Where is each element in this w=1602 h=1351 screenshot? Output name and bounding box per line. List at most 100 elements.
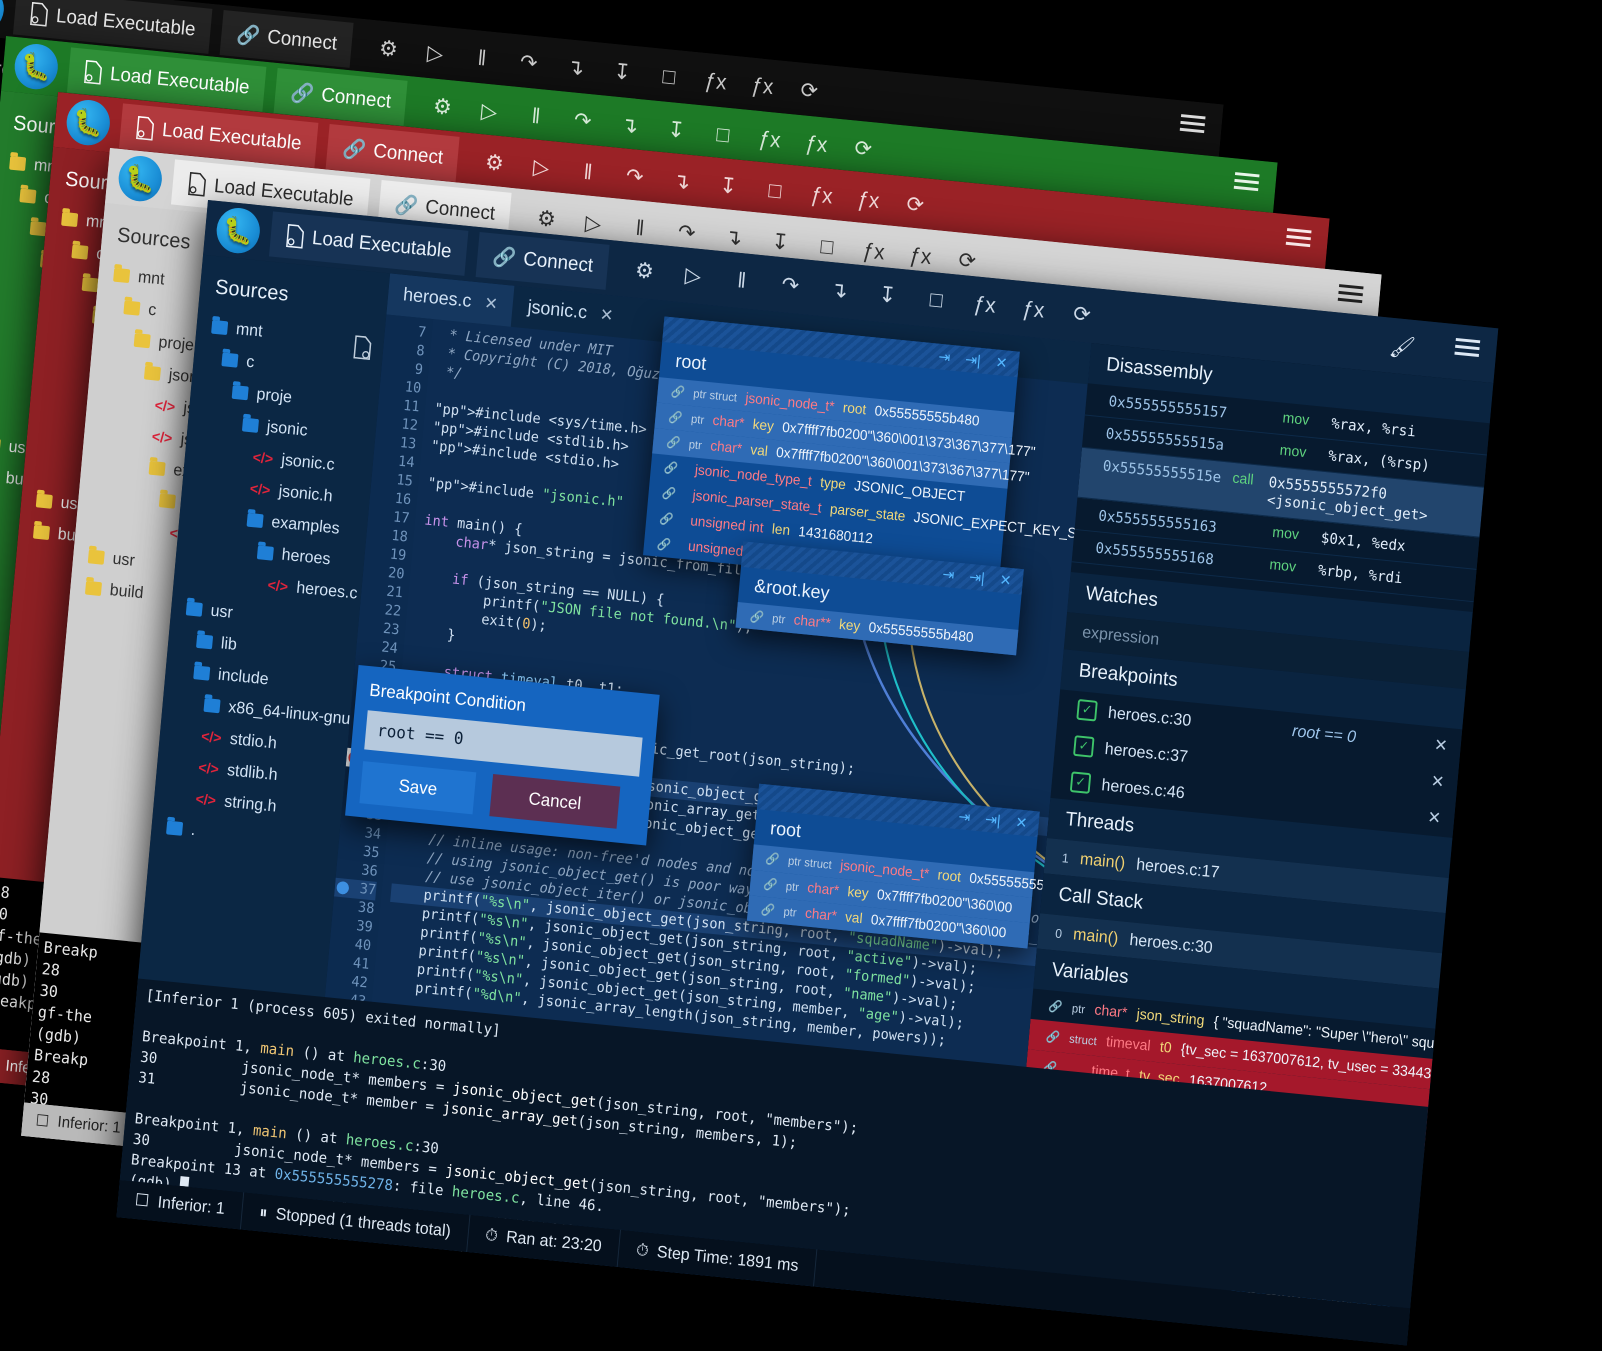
disassembly-rows[interactable]: 0x555555555157 mov %rax, %rsi 0x55555555515…: [1071, 383, 1490, 603]
stop-square-icon[interactable]: □: [710, 121, 737, 149]
fx-alt-icon[interactable]: ƒx: [907, 242, 934, 270]
line-number[interactable]: 58: [303, 1268, 342, 1291]
expand-link-icon[interactable]: 🔗: [765, 852, 780, 867]
restart-icon[interactable]: ⟳: [1069, 301, 1096, 329]
hamburger-menu-icon[interactable]: [1337, 284, 1364, 306]
selected-line-marker[interactable]: [336, 880, 350, 895]
pause-icon[interactable]: ‖: [728, 267, 755, 295]
dock-icon[interactable]: ⇥|: [965, 350, 982, 369]
fx-alt-icon[interactable]: ƒx: [1020, 296, 1047, 324]
close-icon[interactable]: ✕: [1427, 807, 1442, 828]
checkbox-checked-icon[interactable]: ✓: [1069, 771, 1092, 794]
run-continue-icon[interactable]: ▷: [580, 210, 607, 238]
pause-icon[interactable]: ‖: [627, 214, 654, 242]
hamburger-menu-icon[interactable]: [1285, 228, 1312, 250]
run-continue-icon[interactable]: ▷: [422, 40, 449, 68]
hamburger-menu-icon[interactable]: [1454, 337, 1481, 360]
run-continue-icon[interactable]: ▷: [680, 262, 707, 290]
expand-link-icon[interactable]: 🔗: [661, 486, 676, 501]
stop-square-icon[interactable]: □: [656, 63, 683, 91]
step-into-icon[interactable]: ↴: [668, 168, 695, 196]
fx-alt-icon[interactable]: ƒx: [803, 130, 830, 158]
step-over-icon[interactable]: ↷: [673, 219, 700, 247]
variable-kind: ptr struct: [787, 853, 833, 872]
fx-icon[interactable]: ƒx: [860, 238, 887, 266]
debug-bug-icon[interactable]: ⚙: [481, 149, 508, 177]
fx-alt-icon[interactable]: ƒx: [749, 72, 776, 100]
pause-icon[interactable]: ‖: [523, 102, 550, 130]
expand-link-icon[interactable]: 🔗: [763, 877, 778, 892]
step-over-icon[interactable]: ↷: [515, 49, 542, 77]
stop-square-icon[interactable]: □: [814, 233, 841, 261]
line-number[interactable]: 57: [303, 1249, 344, 1272]
paintbrush-icon[interactable]: 🖌: [1388, 333, 1416, 361]
step-out-icon[interactable]: ↧: [715, 172, 742, 200]
pop-out-icon[interactable]: ⇥: [938, 348, 951, 367]
restart-icon[interactable]: ⟳: [902, 191, 929, 219]
fx-icon[interactable]: ƒx: [702, 68, 729, 96]
pause-icon[interactable]: ‖: [469, 44, 496, 72]
checkbox-checked-icon[interactable]: ✓: [1073, 735, 1095, 758]
expand-link-icon[interactable]: 🔗: [670, 384, 685, 399]
debug-bug-icon[interactable]: ⚙: [429, 93, 456, 121]
expand-link-icon[interactable]: 🔗: [657, 537, 672, 552]
close-icon[interactable]: ✕: [1430, 771, 1445, 792]
value-inspector-root-2[interactable]: ⇥ ⇥| ✕ root 🔗 ptr struct jsonic_node_t* roo…: [746, 783, 1045, 949]
dock-icon[interactable]: ⇥|: [969, 568, 986, 587]
breakpoint-condition-dialog[interactable]: Breakpoint Condition root == 0 Save Canc…: [345, 664, 660, 846]
pop-out-icon[interactable]: ⇥: [958, 808, 971, 827]
restart-icon[interactable]: ⟳: [954, 247, 981, 275]
hamburger-menu-icon[interactable]: [1179, 114, 1206, 136]
step-out-icon[interactable]: ↧: [663, 116, 690, 144]
file-add-icon[interactable]: [352, 335, 373, 365]
stop-square-icon[interactable]: □: [762, 177, 789, 205]
save-button[interactable]: Save: [359, 761, 477, 815]
cancel-button[interactable]: Cancel: [489, 774, 621, 829]
pop-out-icon[interactable]: ⇥: [942, 565, 955, 584]
expand-link-icon[interactable]: 🔗: [663, 461, 678, 476]
expand-link-icon[interactable]: 🔗: [1045, 1029, 1060, 1044]
tree-item-label: jsonic: [266, 417, 309, 440]
step-into-icon[interactable]: ↴: [826, 276, 853, 304]
close-icon[interactable]: ✕: [1433, 735, 1448, 756]
run-continue-icon[interactable]: ▷: [476, 98, 503, 126]
restart-icon[interactable]: ⟳: [850, 135, 877, 163]
checkbox-checked-icon[interactable]: ✓: [1076, 699, 1098, 722]
expand-link-icon[interactable]: 🔗: [1048, 999, 1063, 1014]
debug-bug-icon[interactable]: ⚙: [533, 205, 560, 233]
step-out-icon[interactable]: ↧: [767, 228, 794, 256]
step-into-icon[interactable]: ↴: [720, 224, 747, 252]
close-icon[interactable]: ✕: [484, 294, 499, 315]
stop-square-icon[interactable]: □: [923, 286, 950, 314]
close-icon[interactable]: ✕: [599, 305, 614, 326]
pause-icon[interactable]: ‖: [575, 158, 602, 186]
fx-icon[interactable]: ƒx: [808, 182, 835, 210]
step-out-icon[interactable]: ↧: [874, 281, 901, 309]
restart-icon[interactable]: ⟳: [796, 77, 823, 105]
expand-link-icon[interactable]: 🔗: [761, 902, 776, 917]
step-out-icon[interactable]: ↧: [609, 58, 636, 86]
fx-icon[interactable]: ƒx: [971, 291, 998, 319]
step-into-icon[interactable]: ↴: [562, 54, 589, 82]
step-over-icon[interactable]: ↷: [621, 163, 648, 191]
step-over-icon[interactable]: ↷: [777, 272, 804, 300]
debug-bug-icon[interactable]: ⚙: [631, 257, 658, 285]
hamburger-menu-icon[interactable]: [1233, 172, 1260, 194]
debugger-window-main[interactable]: 🐛 Load Executable 🔗 Connect ⚙ ▷ ‖ ↷ ↴ ↧ □ ƒx ƒx ⟳…: [116, 200, 1499, 1346]
debug-bug-icon[interactable]: ⚙: [375, 35, 402, 63]
dock-icon[interactable]: ⇥|: [984, 810, 1001, 829]
connect-button[interactable]: 🔗 Connect: [475, 231, 611, 290]
expand-link-icon[interactable]: 🔗: [659, 511, 674, 526]
expand-link-icon[interactable]: 🔗: [666, 435, 681, 450]
close-icon[interactable]: ✕: [999, 571, 1012, 590]
fx-icon[interactable]: ƒx: [756, 126, 783, 154]
fx-alt-icon[interactable]: ƒx: [855, 186, 882, 214]
run-continue-icon[interactable]: ▷: [528, 154, 555, 182]
step-into-icon[interactable]: ↴: [616, 112, 643, 140]
close-icon[interactable]: ✕: [1015, 813, 1028, 832]
close-icon[interactable]: ✕: [995, 353, 1008, 372]
expand-link-icon[interactable]: 🔗: [749, 609, 764, 624]
variable-type: char*: [1093, 1001, 1128, 1022]
step-over-icon[interactable]: ↷: [569, 107, 596, 135]
expand-link-icon[interactable]: 🔗: [668, 410, 683, 425]
